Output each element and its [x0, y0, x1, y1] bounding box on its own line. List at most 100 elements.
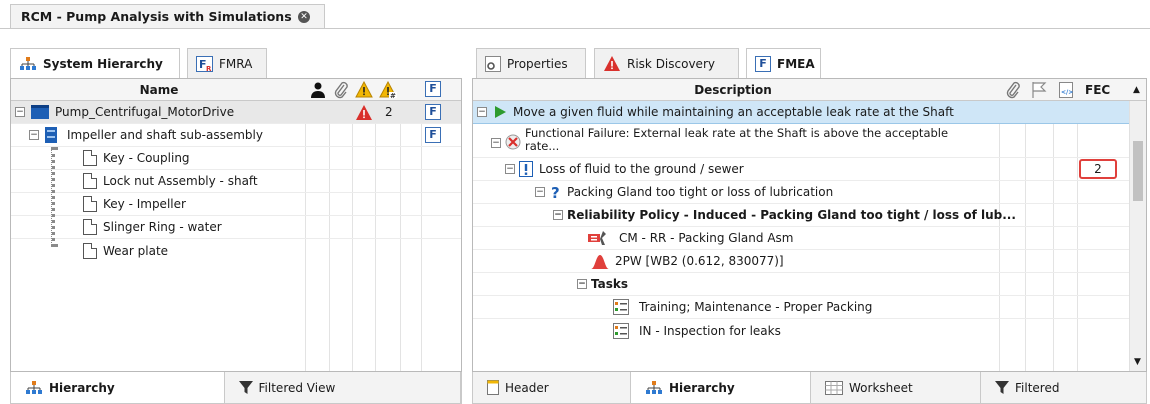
part-icon	[83, 150, 97, 166]
fmea-tree: Description </> FEC ▲ − Move a given flu…	[472, 78, 1147, 372]
fmea-row-distribution[interactable]: 2PW [WB2 (0.612, 830077)]	[473, 250, 1129, 273]
tree-item-slinger-ring[interactable]: Slinger Ring - water	[11, 216, 461, 239]
part-icon	[83, 196, 97, 212]
tab-label: Worksheet	[849, 380, 913, 395]
fmea-indicator-icon[interactable]: F	[425, 104, 441, 120]
fmea-row-label-block: Functional Failure: External leak rate a…	[525, 127, 948, 153]
collapse-toggle[interactable]: −	[15, 107, 25, 117]
tab-hierarchy[interactable]: Hierarchy	[11, 372, 225, 403]
fmea-row-functional-failure[interactable]: − Functional Failure: External leak rate…	[473, 124, 1129, 158]
warning-icon[interactable]	[355, 81, 373, 98]
tab-hierarchy[interactable]: Hierarchy	[631, 372, 811, 403]
fmea-panel: Properties Risk Discovery F FMEA Descrip…	[472, 40, 1147, 404]
tab-label: FMEA	[777, 57, 815, 71]
person-icon[interactable]	[311, 82, 325, 98]
fmea-row-effect[interactable]: − Loss of fluid to the ground / sewer 2	[473, 158, 1129, 181]
collapse-toggle[interactable]: −	[553, 210, 563, 220]
system-icon	[31, 105, 49, 119]
fmea-indicator-icon[interactable]: F	[425, 127, 441, 143]
subassembly-icon	[45, 127, 57, 143]
fec-value-badge[interactable]: 2	[1079, 159, 1117, 179]
fmea-row-tasks[interactable]: − Tasks	[473, 273, 1129, 296]
column-header-fec[interactable]: FEC	[1085, 83, 1110, 97]
collapse-toggle[interactable]: −	[477, 107, 487, 117]
fmea-body: − Move a given fluid while maintaining a…	[473, 101, 1146, 371]
fmea-row-task-inspection[interactable]: IN - Inspection for leaks	[473, 319, 1129, 342]
collapse-toggle[interactable]: −	[577, 279, 587, 289]
tree-connector	[51, 147, 55, 247]
column-header-name[interactable]: Name	[11, 83, 307, 97]
fmea-row-label: IN - Inspection for leaks	[639, 323, 781, 338]
question-icon: ?	[551, 184, 560, 200]
flag-icon[interactable]	[1031, 81, 1047, 99]
document-tab-divider	[0, 28, 1150, 29]
scroll-down-icon[interactable]: ▼	[1134, 357, 1141, 367]
header-doc-icon	[487, 380, 499, 395]
tree-item-label: Pump_Centrifugal_MotorDrive	[55, 105, 235, 119]
tab-label: Filtered View	[258, 380, 336, 395]
tab-label: Properties	[507, 56, 568, 71]
system-hierarchy-panel: System Hierarchy F R FMRA Name # F − Pum…	[10, 40, 462, 404]
tree-item-label: Key - Impeller	[103, 197, 186, 211]
tree-item-key-coupling[interactable]: Key - Coupling	[11, 147, 461, 170]
tab-label: Hierarchy	[49, 380, 115, 395]
tab-properties[interactable]: Properties	[476, 48, 586, 78]
fmea-row-label: Reliability Policy - Induced - Packing G…	[567, 208, 1016, 222]
hierarchy-icon	[20, 57, 36, 70]
properties-icon	[485, 55, 501, 72]
part-icon	[83, 242, 97, 259]
distribution-icon	[591, 255, 609, 269]
tab-fmea[interactable]: F FMEA	[746, 48, 821, 79]
fmea-column-icon[interactable]: F	[425, 81, 441, 97]
svg-text:R: R	[206, 65, 212, 72]
close-icon[interactable]: ✕	[298, 10, 310, 23]
worksheet-icon	[825, 380, 843, 395]
tree-item-wear-plate[interactable]: Wear plate	[11, 239, 461, 262]
tab-label: Filtered	[1015, 380, 1060, 395]
paperclip-icon[interactable]	[333, 81, 349, 99]
tree-item-lock-nut[interactable]: Lock nut Assembly - shaft	[11, 170, 461, 193]
tree-item-pump[interactable]: − Pump_Centrifugal_MotorDrive 2 F	[11, 101, 461, 124]
tab-worksheet[interactable]: Worksheet	[811, 372, 981, 403]
tab-header[interactable]: Header	[473, 372, 631, 403]
collapse-toggle[interactable]: −	[505, 164, 515, 174]
tree-item-impeller-shaft[interactable]: − Impeller and shaft sub-assembly F	[11, 124, 461, 147]
vertical-scrollbar[interactable]: ▼	[1129, 101, 1146, 371]
filter-icon	[995, 380, 1009, 394]
paperclip-icon[interactable]	[1005, 81, 1021, 99]
fmea-header: Description </> FEC ▲	[473, 79, 1146, 101]
tab-system-hierarchy[interactable]: System Hierarchy	[10, 48, 180, 79]
fmea-row-function[interactable]: − Move a given fluid while maintaining a…	[473, 101, 1129, 124]
failure-x-icon	[505, 134, 521, 150]
column-header-description[interactable]: Description	[473, 83, 993, 97]
document-tab[interactable]: RCM - Pump Analysis with Simulations ✕	[10, 4, 325, 28]
fmea-row-cm[interactable]: CM - RR - Packing Gland Asm	[473, 227, 1129, 250]
collapse-toggle[interactable]: −	[535, 187, 545, 197]
fmea-row-label: Loss of fluid to the ground / sewer	[539, 162, 744, 176]
tab-fmra[interactable]: F R FMRA	[187, 48, 267, 78]
task-list-icon	[613, 322, 629, 339]
collapse-toggle[interactable]: −	[491, 138, 501, 148]
risk-warning-icon	[604, 56, 620, 71]
tree-item-label: Slinger Ring - water	[103, 220, 222, 234]
fmea-row-label-continued: rate...	[525, 139, 560, 153]
tab-label: System Hierarchy	[43, 57, 163, 71]
tab-filtered-view[interactable]: Filtered View	[225, 372, 461, 403]
code-doc-icon[interactable]: </>	[1059, 82, 1073, 98]
right-bottom-tabs: Header Hierarchy Worksheet Filtered	[472, 372, 1147, 404]
fmea-row-cause[interactable]: − ? Packing Gland too tight or loss of l…	[473, 181, 1129, 204]
svg-text:?: ?	[551, 184, 560, 200]
collapse-toggle[interactable]: −	[29, 130, 39, 140]
right-tab-strip: Properties Risk Discovery F FMEA	[472, 40, 1147, 79]
play-icon	[495, 106, 506, 118]
tab-filtered[interactable]: Filtered	[981, 372, 1146, 403]
scroll-up-icon[interactable]: ▲	[1133, 85, 1140, 95]
scrollbar-thumb[interactable]	[1133, 141, 1143, 201]
fmea-row-label: Tasks	[591, 277, 629, 291]
fmea-row-reliability-policy[interactable]: − Reliability Policy - Induced - Packing…	[473, 204, 1129, 227]
fmea-row-task-training[interactable]: Training; Maintenance - Proper Packing	[473, 296, 1129, 319]
tree-item-key-impeller[interactable]: Key - Impeller	[11, 193, 461, 216]
fmea-row-label: Move a given fluid while maintaining an …	[513, 105, 954, 119]
warning-count-icon[interactable]: #	[379, 81, 397, 98]
tab-risk-discovery[interactable]: Risk Discovery	[594, 48, 739, 78]
